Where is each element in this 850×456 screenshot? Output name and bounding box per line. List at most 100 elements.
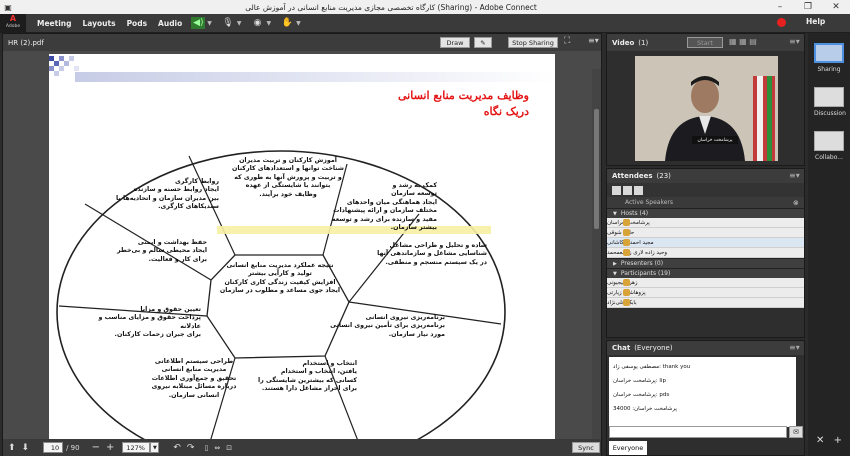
pod-menu-icon[interactable]: ≡▾ (588, 36, 599, 45)
user-icon (623, 239, 630, 246)
sector-growth: کمک به رشد و توسعه سازمان ایجاد هماهنگی … (331, 182, 437, 232)
menu-pods[interactable]: Pods (127, 19, 147, 28)
sector-safety: حفظ بهداشت و ایمنی ایجاد محیطی سالم و بی… (116, 239, 207, 263)
webcam-icon: ◉ (253, 18, 262, 28)
breakout-icon[interactable] (634, 185, 643, 195)
fullscreen-icon[interactable]: ⛶ (564, 36, 570, 46)
chat-pod: Chat (Everyone) ≡▾ مصطفی یوسفی زاد: than… (606, 340, 805, 456)
sector-job-analysis: ساده و تحلیل و طراحی مشاغل شناسایی مشاغل… (377, 242, 487, 266)
page-layout-icon[interactable]: ▯ (204, 444, 208, 452)
list-item[interactable]: پزوهاشین زیارتی (607, 288, 804, 298)
send-icon[interactable]: ✉ (789, 426, 803, 438)
sync-button[interactable]: Sync (572, 442, 600, 453)
layout-thumbnail (814, 87, 844, 107)
user-icon (623, 219, 630, 226)
hand-icon: ✋ (281, 18, 293, 28)
arrow-up-icon[interactable]: ⬆ (8, 443, 16, 453)
microphone-control[interactable]: 🎙 ▼ (221, 17, 242, 29)
share-pod-header: HR (2).pdf Draw ✎ Stop Sharing ⛶ ≡▾ (3, 34, 601, 51)
recording-indicator-icon[interactable] (777, 18, 786, 27)
webcam-control[interactable]: ◉ ▼ (251, 17, 272, 29)
chat-title: Chat (612, 344, 631, 352)
chevron-down-icon: ▼ (296, 19, 301, 27)
arrow-down-icon[interactable]: ⬇ (22, 443, 30, 453)
start-webcam-button[interactable]: Start (687, 37, 723, 48)
presenters-section[interactable]: ▶ Presenters (0) (607, 258, 804, 268)
chat-input[interactable] (609, 426, 787, 438)
draw-button[interactable]: Draw (440, 37, 470, 48)
tab-everyone[interactable]: Everyone (609, 441, 647, 455)
add-layout-icon[interactable]: + (834, 435, 842, 446)
document-scrollbar[interactable] (592, 69, 601, 456)
help-menu[interactable]: Help (806, 17, 825, 26)
video-pod: Video (1) Start ▦ ▦ ▤ ≡▾ پرشامخت خراسان (606, 33, 805, 166)
fit-width-icon[interactable]: ⇔ (214, 444, 220, 452)
menu-layouts[interactable]: Layouts (83, 19, 116, 28)
sector-information-system: طراحی سیستم اطلاعاتی مدیریت منابع انسانی… (151, 358, 237, 399)
participants-section[interactable]: ▼ Participants (19) (607, 268, 804, 278)
zoom-in-icon[interactable]: + (106, 442, 114, 453)
document-filename: HR (2).pdf (8, 38, 44, 47)
list-item[interactable]: وحید زاده لاری زیسعمحمد (607, 248, 804, 258)
menu-audio[interactable]: Audio (158, 19, 182, 28)
close-icon[interactable]: ⊗ (793, 199, 799, 207)
attendees-count: (23) (656, 172, 671, 180)
sector-labor-relations: روابط کارگری ایجاد روابط حسنه و سازنده ب… (116, 178, 219, 211)
window-titlebar: ▣ کارگاه تخصصی مجازی مدیریت منابع انسانی… (0, 0, 850, 14)
pdf-page: وظایف مدیریت منابع انسانی دریک نگاه آموز… (49, 54, 555, 441)
scrollbar-thumb[interactable] (594, 109, 599, 229)
list-item[interactable]: مجید احمدی کاشانی (607, 238, 804, 248)
stop-sharing-button[interactable]: Stop Sharing (508, 37, 558, 48)
attendees-pod: Attendees (23) ≡▾ Active Speakers ⊗ ▼ Hos… (606, 168, 805, 338)
attendees-title: Attendees (612, 172, 653, 180)
list-item[interactable]: پرشامخت خراسان (607, 218, 804, 228)
layout-discussion[interactable]: Discussion (814, 87, 846, 117)
window-title: کارگاه تخصصی مجازی مدیریت منابع انسانی د… (245, 2, 537, 12)
raise-hand-control[interactable]: ✋ ▼ (280, 17, 301, 29)
pod-menu-icon[interactable]: ≡▾ (789, 343, 800, 352)
chevron-down-icon: ▼ (266, 19, 272, 27)
chevron-down-icon: ▼ (613, 270, 617, 277)
list-item[interactable]: زهره بیجیونی (607, 278, 804, 288)
zoom-out-icon[interactable]: − (92, 442, 100, 453)
annotate-icon[interactable]: ✎ (474, 37, 492, 48)
menu-meeting[interactable]: Meeting (37, 19, 72, 28)
hosts-section[interactable]: ▼ Hosts (4) (607, 208, 804, 218)
redo-icon[interactable]: ↷ (187, 443, 195, 453)
video-layout-icon[interactable]: ▦ ▦ ▤ (729, 37, 757, 46)
chat-message: پرشامخت خراسان: 34000 (613, 406, 677, 412)
chat-messages: مصطفی یوسفی زاد: thank you پرشامخت خراسا… (609, 357, 796, 427)
list-item[interactable]: حامد شوقی (607, 228, 804, 238)
layout-collaboration[interactable]: Collabo... (814, 131, 844, 161)
attendees-pod-header: Attendees (23) ≡▾ (607, 169, 804, 183)
list-view-icon[interactable] (612, 185, 621, 195)
chevron-down-icon[interactable]: ▼ (150, 442, 160, 453)
pod-menu-icon[interactable]: ≡▾ (789, 171, 800, 180)
close-button[interactable]: ✕ (822, 2, 850, 12)
maximize-button[interactable]: ❐ (794, 2, 822, 12)
user-icon (623, 289, 630, 296)
speaker-control[interactable]: ◀) ▼ (191, 17, 212, 29)
page-number-input[interactable]: 10 (43, 442, 64, 453)
speaker-icon: ◀) (191, 17, 206, 29)
chevron-down-icon: ▼ (236, 19, 242, 27)
page-total: / 90 (66, 443, 80, 452)
video-pod-header: Video (1) Start ▦ ▦ ▤ ≡▾ (607, 34, 804, 51)
chevron-down-icon: ▼ (613, 210, 617, 217)
rail-tools: ✕ + (816, 435, 842, 446)
fit-page-icon[interactable]: ⊡ (226, 444, 232, 452)
chat-scope: (Everyone) (634, 344, 673, 352)
adobe-logo: A Adobe (0, 13, 26, 33)
user-icon (623, 229, 630, 236)
pod-menu-icon[interactable]: ≡▾ (789, 37, 800, 46)
layout-thumbnail (814, 131, 844, 151)
chat-message: پرشامخت خراسان: pds (613, 392, 670, 398)
minimize-button[interactable]: – (766, 2, 794, 12)
video-title: Video (612, 38, 635, 47)
tools-icon[interactable]: ✕ (816, 435, 824, 446)
undo-icon[interactable]: ↶ (173, 443, 181, 453)
list-item[interactable]: بابک علی‌نژاد (607, 298, 804, 308)
status-view-icon[interactable] (623, 185, 632, 195)
zoom-select[interactable]: 127% (122, 442, 151, 453)
layout-sharing[interactable]: Sharing (814, 43, 844, 73)
